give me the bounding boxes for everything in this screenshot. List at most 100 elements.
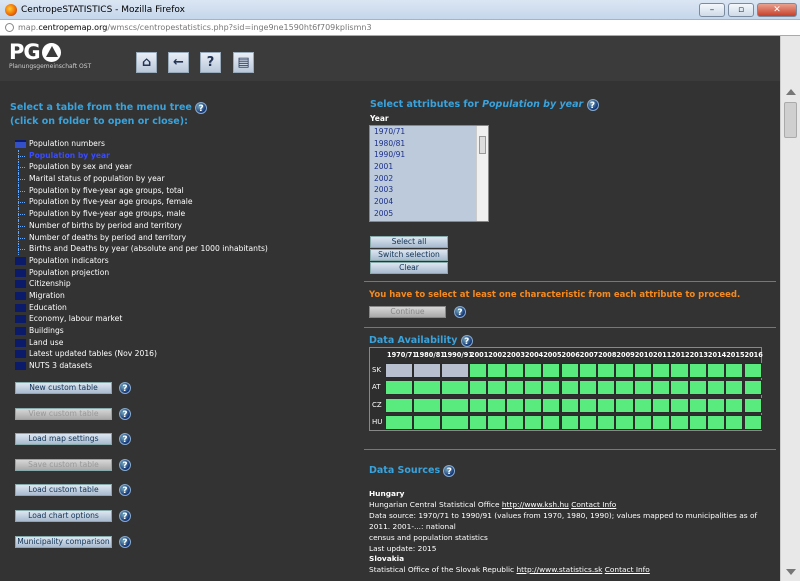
folder-icon[interactable] bbox=[15, 291, 26, 300]
tree-item[interactable]: Population by five-year age groups, tota… bbox=[15, 184, 355, 197]
ksh-link[interactable]: http://www.ksh.hu bbox=[502, 500, 569, 509]
statistics-sk-link[interactable]: http://www.statistics.sk bbox=[516, 565, 602, 574]
year-option[interactable]: 1970/71 bbox=[370, 126, 477, 138]
year-option[interactable]: 2002 bbox=[370, 173, 477, 185]
tree-folder[interactable]: Population indicators bbox=[15, 255, 355, 267]
back-arrow-icon[interactable]: ← bbox=[168, 52, 189, 73]
folder-icon[interactable] bbox=[15, 280, 26, 289]
scroll-down-icon[interactable] bbox=[786, 569, 796, 575]
view-custom-table-button[interactable]: View custom table bbox=[15, 407, 112, 420]
folder-icon[interactable] bbox=[15, 315, 26, 324]
select-all-button[interactable]: Select all bbox=[370, 236, 448, 248]
year-option[interactable]: 2003 bbox=[370, 184, 477, 196]
available-cell bbox=[441, 380, 469, 396]
clear-button[interactable]: Clear bbox=[370, 262, 448, 274]
tree-folder[interactable]: Latest updated tables (Nov 2016) bbox=[15, 348, 355, 360]
availability-help-icon[interactable]: ? bbox=[460, 334, 473, 347]
year-option[interactable]: 1980/81 bbox=[370, 138, 477, 150]
window-icon[interactable]: ▤ bbox=[233, 52, 254, 73]
url-path: /wmscs/centropestatistics.php?sid=inge9n… bbox=[107, 23, 372, 32]
button-help-icon[interactable]: ? bbox=[119, 484, 131, 497]
switch-selection-button[interactable]: Switch selection bbox=[370, 249, 448, 261]
url-bar[interactable]: map. centropemap.org/wmscs/centropestatis… bbox=[0, 20, 800, 36]
year-option[interactable]: 2004 bbox=[370, 196, 477, 208]
load-chart-options-button[interactable]: Load chart options bbox=[15, 510, 112, 522]
tree-item-label: NUTS 3 datasets bbox=[29, 361, 93, 371]
available-cell bbox=[560, 414, 579, 430]
available-cell bbox=[615, 363, 634, 378]
tree-item[interactable]: Population by sex and year bbox=[15, 161, 355, 174]
tree-folder[interactable]: Population numbers bbox=[15, 138, 355, 150]
button-help-icon[interactable]: ? bbox=[119, 458, 131, 471]
continue-help-icon[interactable]: ? bbox=[454, 306, 466, 318]
tree-folder[interactable]: Population projection bbox=[15, 267, 355, 279]
available-cell bbox=[469, 380, 488, 396]
attributes-help-icon[interactable]: ? bbox=[586, 98, 599, 111]
tree-help-icon[interactable]: ? bbox=[195, 101, 208, 114]
tree-folder[interactable]: Buildings bbox=[15, 325, 355, 337]
tree-item[interactable]: Number of births by period and territory bbox=[15, 219, 355, 232]
available-cell bbox=[725, 397, 744, 413]
municipality-comparison-button[interactable]: Municipality comparison bbox=[15, 535, 112, 548]
year-list-scrollbar[interactable] bbox=[476, 126, 488, 221]
window-title: CentropeSTATISTICS - Mozilla Firefox bbox=[21, 4, 185, 15]
save-custom-table-button[interactable]: Save custom table bbox=[15, 458, 112, 471]
folder-icon[interactable] bbox=[15, 327, 26, 335]
slovakia-contact-link[interactable]: Contact Info bbox=[605, 565, 650, 574]
close-button[interactable]: ✕ bbox=[757, 2, 797, 17]
tree-folder[interactable]: Economy, labour market bbox=[15, 313, 355, 325]
tree-folder[interactable]: Migration bbox=[15, 290, 355, 302]
tree-folder[interactable]: Education bbox=[15, 302, 355, 314]
available-cell bbox=[706, 363, 726, 378]
folder-icon[interactable] bbox=[15, 268, 26, 277]
tree-folder[interactable]: Land use bbox=[15, 337, 355, 349]
tree-folder[interactable]: Citizenship bbox=[15, 278, 355, 290]
folder-icon[interactable] bbox=[15, 256, 26, 265]
page-scrollbar[interactable] bbox=[780, 36, 800, 581]
year-column-header: 2007 bbox=[579, 351, 599, 359]
button-help-icon[interactable]: ? bbox=[119, 433, 131, 446]
logo-subtitle: Planungsgemeinschaft OST bbox=[9, 63, 92, 70]
year-option[interactable]: 2001 bbox=[370, 161, 477, 173]
hungary-contact-link[interactable]: Contact Info bbox=[571, 500, 616, 509]
tree-item[interactable]: Births and Deaths by year (absolute and … bbox=[15, 243, 355, 255]
available-cell bbox=[441, 397, 469, 413]
url-prefix: map. bbox=[18, 23, 39, 32]
available-cell bbox=[523, 363, 543, 378]
folder-icon[interactable] bbox=[15, 303, 26, 312]
year-listbox[interactable]: 1970/71 1980/81 1990/91 2001 2002 2003 2004 200… bbox=[369, 125, 489, 222]
load-custom-table-button[interactable]: Load custom table bbox=[15, 484, 112, 497]
button-help-icon[interactable]: ? bbox=[119, 382, 131, 394]
scroll-thumb[interactable] bbox=[784, 102, 797, 138]
load-map-settings-button[interactable]: Load map settings bbox=[15, 433, 112, 446]
folder-icon[interactable] bbox=[15, 362, 26, 371]
tree-item[interactable]: Population by five-year age groups, male bbox=[15, 208, 355, 220]
year-label: Year bbox=[370, 114, 389, 123]
available-cell bbox=[725, 380, 744, 396]
folder-icon[interactable] bbox=[15, 350, 26, 359]
window-title-bar: CentropeSTATISTICS - Mozilla Firefox – ▫… bbox=[0, 0, 800, 20]
folder-open-icon[interactable] bbox=[15, 140, 26, 148]
folder-icon[interactable] bbox=[15, 338, 26, 347]
new-custom-table-button[interactable]: New custom table bbox=[15, 382, 112, 394]
scroll-up-icon[interactable] bbox=[786, 89, 796, 95]
continue-button[interactable]: Continue bbox=[369, 306, 446, 318]
button-help-icon[interactable]: ? bbox=[119, 407, 131, 420]
pgo-logo[interactable]: PG Planungsgemeinschaft OST bbox=[9, 40, 91, 70]
year-option[interactable]: 2005 bbox=[370, 208, 477, 220]
tree-item[interactable]: Number of deaths by period and territory bbox=[15, 231, 355, 244]
available-cell bbox=[743, 397, 762, 413]
tree-folder[interactable]: NUTS 3 datasets bbox=[15, 360, 355, 372]
tree-item[interactable]: Marital status of population by year bbox=[15, 173, 355, 185]
tree-item[interactable]: Population by year bbox=[15, 149, 355, 162]
tree-item[interactable]: Population by five-year age groups, fema… bbox=[15, 196, 355, 209]
minimize-button[interactable]: – bbox=[699, 2, 725, 17]
maximize-button[interactable]: ▫ bbox=[728, 2, 754, 17]
year-option[interactable]: 1990/91 bbox=[370, 149, 477, 161]
button-help-icon[interactable]: ? bbox=[119, 535, 131, 548]
button-help-icon[interactable]: ? bbox=[119, 510, 131, 522]
home-icon[interactable]: ⌂ bbox=[136, 52, 157, 73]
help-icon[interactable]: ? bbox=[200, 52, 221, 73]
available-cell bbox=[725, 414, 744, 430]
sources-help-icon[interactable]: ? bbox=[443, 464, 456, 477]
